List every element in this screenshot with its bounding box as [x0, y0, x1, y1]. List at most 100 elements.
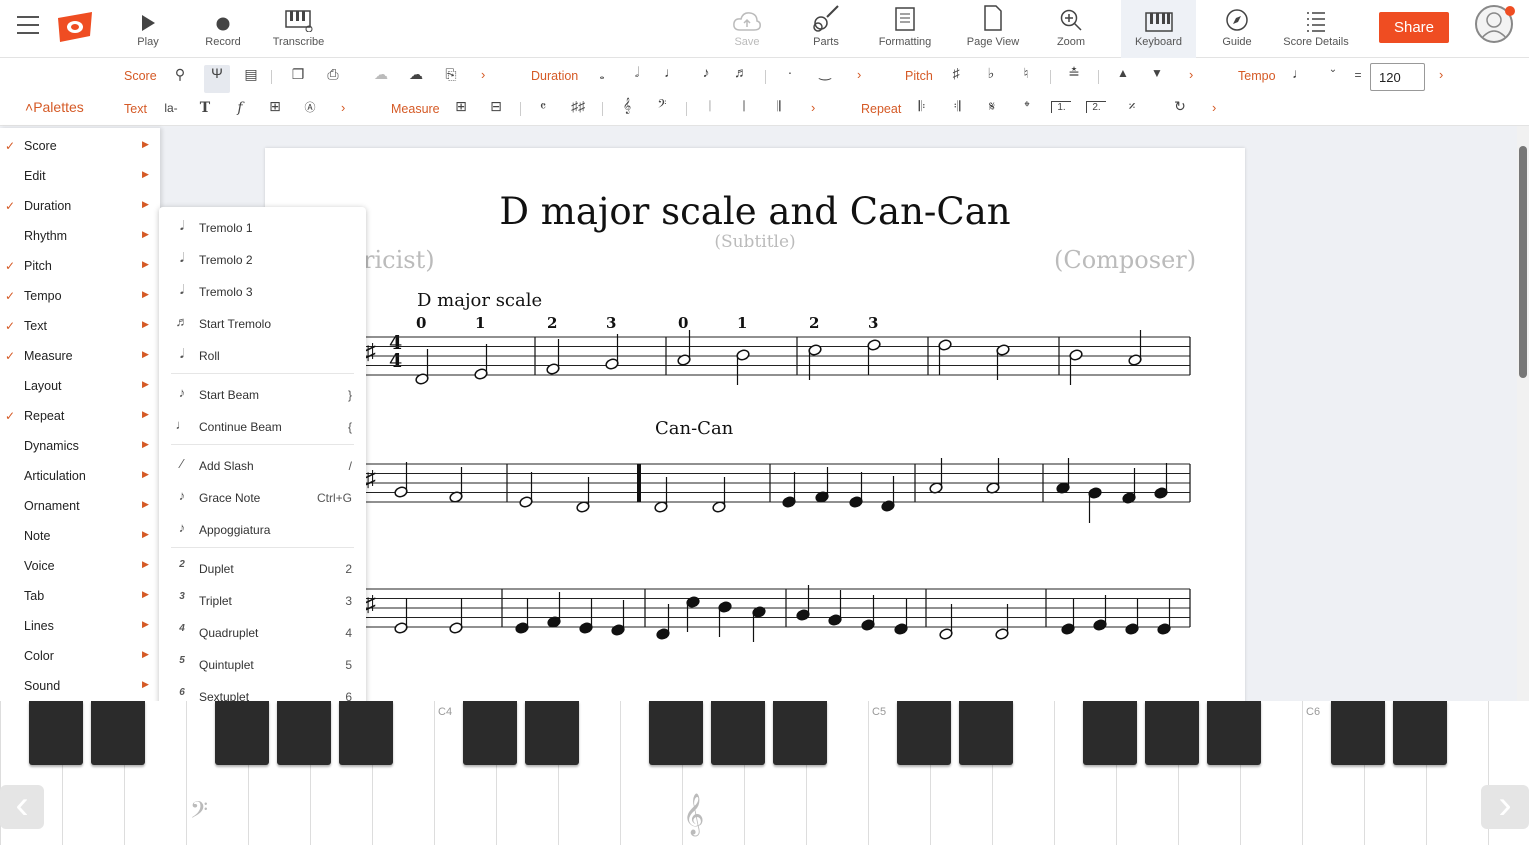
- menu-item-add-slash[interactable]: ⁄ Add Slash /: [159, 451, 366, 479]
- chevron-down-icon[interactable]: ⌄: [1323, 64, 1343, 75]
- export-icon[interactable]: ⎘: [441, 66, 461, 83]
- sidebar-item-dynamics[interactable]: Dynamics ▶: [0, 431, 160, 461]
- palettes-toggle[interactable]: ˄Palettes: [25, 99, 84, 115]
- duration-palette-label[interactable]: Duration: [531, 69, 578, 83]
- black-key[interactable]: [1393, 701, 1447, 765]
- black-key[interactable]: [897, 701, 951, 765]
- share-button[interactable]: Share: [1379, 12, 1449, 43]
- score-details-button[interactable]: Score Details: [1280, 0, 1352, 58]
- black-key[interactable]: [1083, 701, 1137, 765]
- white-key[interactable]: [434, 701, 435, 845]
- chevron-right-icon[interactable]: ›: [1439, 67, 1443, 82]
- tie-icon[interactable]: ‿: [815, 64, 835, 81]
- sidebar-item-pitch[interactable]: ✓ Pitch ▶: [0, 251, 160, 281]
- chevron-right-icon[interactable]: ›: [481, 67, 485, 82]
- sidebar-item-ornament[interactable]: Ornament ▶: [0, 491, 160, 521]
- chevron-right-icon[interactable]: ›: [1189, 67, 1193, 82]
- black-key[interactable]: [525, 701, 579, 765]
- score-palette-label[interactable]: Score: [124, 69, 157, 83]
- dynamics-icon[interactable]: 𝑓: [230, 100, 250, 116]
- tempo-palette-label[interactable]: Tempo: [1238, 69, 1276, 83]
- zoom-button[interactable]: Zoom: [1050, 0, 1092, 58]
- black-key[interactable]: [1331, 701, 1385, 765]
- menu-item-roll[interactable]: 𝅘𝅥 Roll: [159, 341, 366, 369]
- final-barline-icon[interactable]: 𝄂: [769, 98, 789, 115]
- copy-icon[interactable]: ❐: [288, 66, 308, 83]
- score-page-icon[interactable]: ▤: [241, 66, 261, 83]
- lyrics-button[interactable]: la-: [161, 101, 181, 115]
- white-key[interactable]: [186, 701, 187, 845]
- sidebar-item-voice[interactable]: Voice ▶: [0, 551, 160, 581]
- key-signature-icon[interactable]: ♯♯: [568, 98, 588, 114]
- black-key[interactable]: [277, 701, 331, 765]
- boxed-text-icon[interactable]: Ⓐ: [300, 99, 320, 115]
- sidebar-item-articulation[interactable]: Articulation ▶: [0, 461, 160, 491]
- eighth-note-icon[interactable]: ♪: [696, 64, 716, 80]
- text-icon[interactable]: T: [195, 100, 215, 116]
- sidebar-item-layout[interactable]: Layout ▶: [0, 371, 160, 401]
- sidebar-item-score[interactable]: ✓ Score ▶: [0, 131, 160, 161]
- quarter-note-icon[interactable]: ♩: [661, 64, 681, 80]
- menu-item-triplet[interactable]: 3 Triplet 3: [159, 586, 366, 614]
- repeat-start-icon[interactable]: 𝄆: [912, 98, 932, 115]
- menu-item-start-beam[interactable]: ♪ Start Beam}: [159, 380, 366, 408]
- chevron-right-icon[interactable]: ›: [857, 67, 861, 82]
- repeat-end-icon[interactable]: 𝄇: [947, 98, 967, 115]
- sidebar-item-repeat[interactable]: ✓ Repeat ▶: [0, 401, 160, 431]
- keyboard-button[interactable]: Keyboard: [1121, 0, 1196, 58]
- staff-area[interactable]: ♯ ♯ ♯: [265, 148, 1245, 708]
- coda-icon[interactable]: 𝄌: [1017, 98, 1037, 115]
- black-key[interactable]: [215, 701, 269, 765]
- save-button[interactable]: Save: [727, 0, 767, 58]
- formatting-button[interactable]: Formatting: [873, 0, 937, 58]
- menu-item-tremolo-2[interactable]: 𝅘𝅥 Tremolo 2: [159, 245, 366, 273]
- menu-item-start-tremolo[interactable]: ♬ Start Tremolo: [159, 309, 366, 337]
- double-barline-icon[interactable]: 𝄁: [734, 98, 754, 115]
- natural-icon[interactable]: ♮: [1016, 65, 1036, 82]
- time-signature-icon[interactable]: 𝄴: [533, 98, 553, 115]
- sidebar-item-text[interactable]: ✓ Text ▶: [0, 311, 160, 341]
- black-key[interactable]: [1207, 701, 1261, 765]
- sidebar-item-color[interactable]: Color ▶: [0, 641, 160, 671]
- guitar-icon[interactable]: ⚲: [170, 66, 190, 83]
- white-key[interactable]: [1054, 701, 1055, 845]
- sidebar-item-note[interactable]: Note ▶: [0, 521, 160, 551]
- black-key[interactable]: [91, 701, 145, 765]
- menu-item-quadruplet[interactable]: 4 Quadruplet 4: [159, 618, 366, 646]
- menu-item-continue-beam[interactable]: ♩ Continue Beam {: [159, 412, 366, 440]
- scrollbar-thumb[interactable]: [1519, 146, 1527, 378]
- record-button[interactable]: Record: [198, 0, 248, 58]
- chevron-right-icon[interactable]: ›: [341, 100, 345, 115]
- treble-clef-icon[interactable]: 𝄞: [617, 97, 637, 114]
- menu-item-grace-note[interactable]: ♪ Grace Note Ctrl+G: [159, 483, 366, 511]
- page-view-button[interactable]: Page View: [962, 0, 1024, 58]
- loop-icon[interactable]: ↻: [1170, 98, 1190, 115]
- guide-button[interactable]: Guide: [1217, 0, 1257, 58]
- piano-keyboard[interactable]: 𝄢 𝄞 C4 C5 C6: [0, 701, 1529, 845]
- print-icon[interactable]: ⎙: [323, 66, 343, 83]
- ledger-icon[interactable]: ≛: [1064, 65, 1084, 82]
- menu-item-tremolo-3[interactable]: 𝅘𝅥 Tremolo 3: [159, 277, 366, 305]
- cloud-upload-icon[interactable]: ☁: [371, 66, 391, 83]
- black-key[interactable]: [339, 701, 393, 765]
- tempo-input[interactable]: 120: [1370, 63, 1425, 91]
- sidebar-item-lines[interactable]: Lines ▶: [0, 611, 160, 641]
- menu-item-quintuplet[interactable]: 5 Quintuplet 5: [159, 650, 366, 678]
- segno-icon[interactable]: 𝄋: [982, 98, 1002, 115]
- add-measure-icon[interactable]: ⊞: [451, 98, 471, 115]
- measure-palette-label[interactable]: Measure: [391, 102, 440, 116]
- black-key[interactable]: [959, 701, 1013, 765]
- parts-button[interactable]: Parts: [806, 0, 846, 58]
- white-key[interactable]: [620, 701, 621, 845]
- chevron-right-icon[interactable]: ›: [811, 100, 815, 115]
- half-note-icon[interactable]: 𝅗𝅥: [627, 64, 647, 81]
- whole-note-icon[interactable]: 𝅝: [592, 68, 612, 83]
- score-page[interactable]: D major scale and Can-Can (Subtitle) ric…: [265, 148, 1245, 708]
- volta-2-icon[interactable]: 2.: [1086, 101, 1106, 113]
- chevron-right-icon[interactable]: ›: [1212, 100, 1216, 115]
- pitch-up-icon[interactable]: ▲: [1113, 66, 1133, 80]
- sidebar-item-tempo[interactable]: ✓ Tempo ▶: [0, 281, 160, 311]
- menu-item-tremolo-1[interactable]: 𝅘𝅥 Tremolo 1: [159, 213, 366, 241]
- black-key[interactable]: [1145, 701, 1199, 765]
- sidebar-item-edit[interactable]: Edit ▶: [0, 161, 160, 191]
